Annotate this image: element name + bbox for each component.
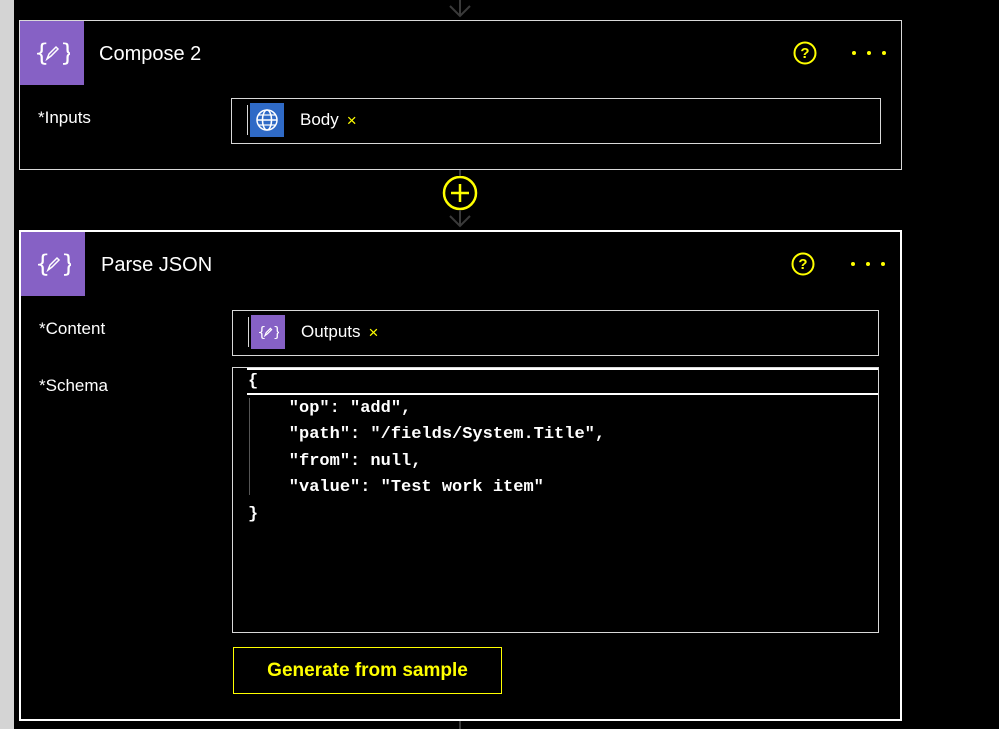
content-label: *Content — [39, 319, 105, 339]
remove-token-icon[interactable]: × — [347, 112, 357, 129]
inputs-field[interactable]: Body × — [231, 98, 881, 144]
text-cursor — [248, 317, 249, 347]
svg-text:{: { — [34, 39, 49, 67]
canvas-left-rail — [0, 0, 14, 729]
parse-json-action-card[interactable]: { } Parse JSON ? *Content { } Outputs × … — [19, 230, 902, 721]
text-cursor — [247, 105, 248, 135]
outputs-token[interactable]: { } Outputs × — [251, 315, 378, 349]
body-token[interactable]: Body × — [250, 103, 357, 137]
schema-editor[interactable]: { "op": "add", "path": "/fields/System.T… — [232, 367, 879, 633]
svg-text:?: ? — [800, 45, 809, 62]
connector-arrow-icon — [449, 210, 471, 228]
schema-line: "from": null, — [248, 452, 422, 471]
inputs-label-text: Inputs — [44, 108, 91, 127]
connector-line — [459, 721, 461, 729]
parse-json-title[interactable]: Parse JSON — [101, 254, 212, 277]
parse-json-icon: { } — [21, 232, 85, 296]
schema-line: "value": "Test work item" — [248, 478, 544, 497]
current-line-highlight — [247, 368, 878, 370]
inputs-label: *Inputs — [38, 108, 91, 128]
schema-label-text: Schema — [45, 376, 108, 395]
plus-circle-icon[interactable] — [441, 176, 479, 212]
help-icon[interactable]: ? — [793, 41, 817, 65]
current-line-highlight — [247, 393, 878, 395]
schema-line: } — [248, 505, 259, 524]
svg-text:}: } — [60, 39, 70, 67]
more-options-icon[interactable] — [851, 258, 885, 270]
outputs-token-label: Outputs — [301, 322, 361, 341]
svg-text:{: { — [35, 250, 50, 278]
required-marker: * — [39, 319, 46, 338]
help-icon[interactable]: ? — [791, 252, 815, 276]
content-label-text: Content — [45, 319, 106, 338]
compose-icon: { } — [251, 315, 285, 349]
generate-from-sample-button[interactable]: Generate from sample — [233, 647, 502, 694]
compose-title[interactable]: Compose 2 — [99, 43, 201, 66]
svg-text:}: } — [61, 250, 71, 278]
more-options-icon[interactable] — [852, 47, 886, 59]
connector-arrow-icon — [449, 0, 471, 18]
svg-text:{: { — [257, 325, 266, 341]
compose-icon: { } — [20, 21, 84, 85]
svg-text:?: ? — [798, 256, 807, 273]
globe-icon — [250, 103, 284, 137]
schema-line: "path": "/fields/System.Title", — [248, 425, 606, 444]
svg-text:}: } — [273, 325, 279, 341]
required-marker: * — [39, 376, 46, 395]
schema-line: { — [248, 372, 259, 391]
compose-action-card[interactable]: { } Compose 2 ? *Inputs Body × — [19, 20, 902, 170]
remove-token-icon[interactable]: × — [369, 324, 379, 341]
schema-line: "op": "add", — [248, 399, 412, 418]
body-token-label: Body — [300, 110, 339, 129]
content-field[interactable]: { } Outputs × — [232, 310, 879, 356]
schema-label: *Schema — [39, 376, 108, 396]
required-marker: * — [38, 108, 45, 127]
